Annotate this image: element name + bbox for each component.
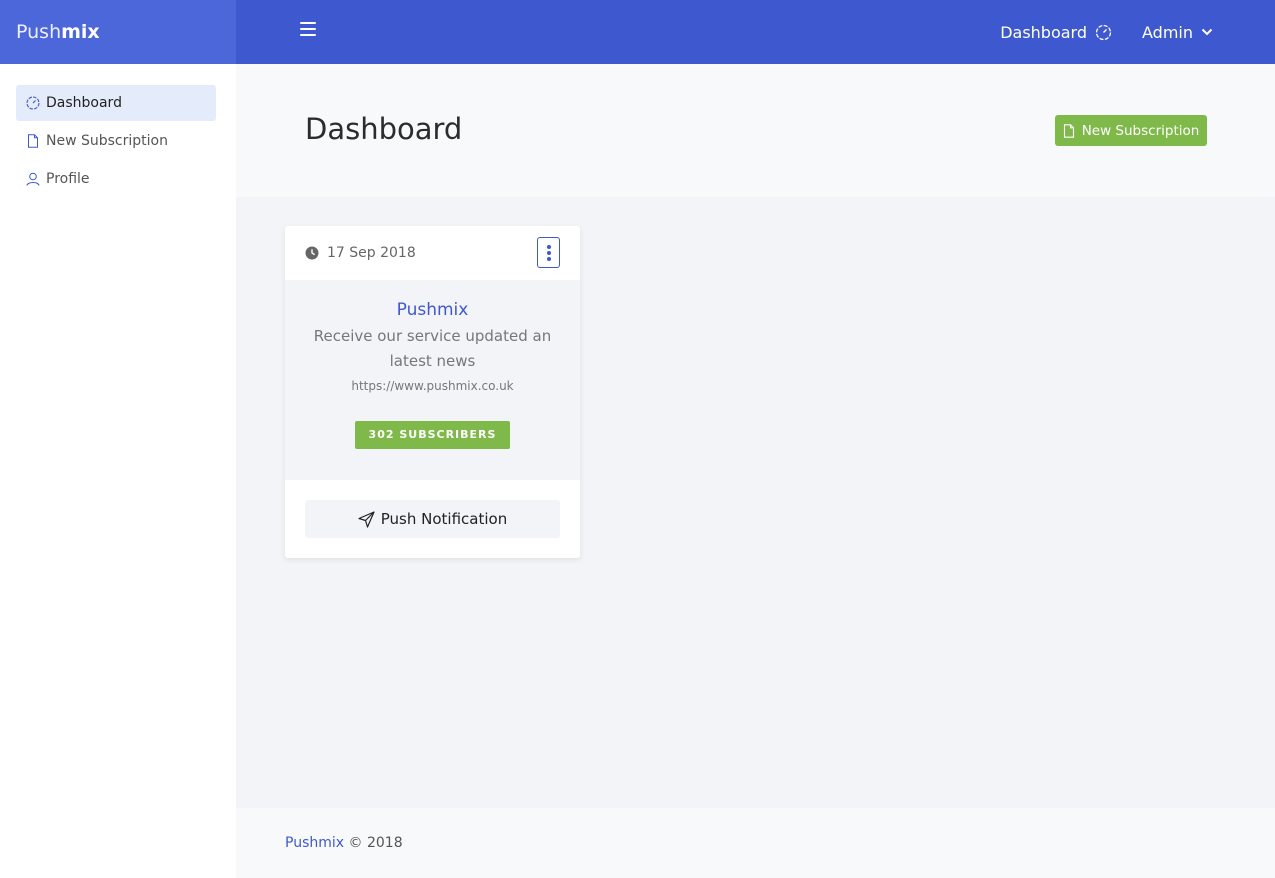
new-subscription-label: New Subscription [1081, 122, 1200, 139]
user-menu[interactable]: Admin [1142, 23, 1213, 42]
brand-part1: Push [16, 21, 62, 43]
clock-icon [305, 246, 319, 260]
card-body: Pushmix Receive our service updated an l… [285, 280, 580, 480]
footer: Pushmix © 2018 [236, 808, 1275, 878]
gauge-icon [26, 96, 40, 110]
sidebar-item-profile[interactable]: Profile [16, 161, 216, 197]
footer-copyright: © 2018 [348, 835, 403, 851]
menu-toggle-icon[interactable] [300, 22, 316, 36]
brand-part2: mix [61, 21, 100, 43]
chevron-down-icon [1201, 28, 1213, 36]
file-icon [1063, 123, 1074, 138]
sidebar-item-dashboard[interactable]: Dashboard [16, 85, 216, 121]
card-description: Receive our service updated an latest ne… [313, 327, 552, 370]
sidebar-item-label: New Subscription [46, 133, 168, 149]
push-notification-button[interactable]: Push Notification [305, 500, 560, 538]
sidebar-item-label: Dashboard [46, 95, 122, 111]
subscription-card: 17 Sep 2018 Pushmix Receive our service … [285, 226, 580, 558]
card-header: 17 Sep 2018 [285, 226, 580, 280]
push-notification-label: Push Notification [380, 510, 508, 528]
user-icon [26, 172, 40, 186]
new-subscription-button[interactable]: New Subscription [1055, 115, 1207, 146]
card-date-text: 17 Sep 2018 [327, 245, 416, 261]
card-url: https://www.pushmix.co.uk [351, 379, 514, 393]
page-title: Dashboard [305, 112, 463, 146]
header-dashboard-link[interactable]: Dashboard [1000, 23, 1112, 42]
page-header: Dashboard New Subscription [236, 64, 1275, 197]
card-date: 17 Sep 2018 [305, 245, 416, 261]
top-navbar: Push mix Dashboard Admin [0, 0, 1275, 64]
user-menu-label: Admin [1142, 22, 1193, 42]
header-dashboard-label: Dashboard [1000, 22, 1087, 42]
footer-brand-link[interactable]: Pushmix [285, 835, 344, 851]
card-options-button[interactable] [537, 237, 560, 268]
sidebar-item-label: Profile [46, 171, 90, 187]
sidebar-item-new-subscription[interactable]: New Subscription [16, 123, 216, 159]
gauge-icon [1095, 24, 1112, 40]
file-icon [26, 134, 40, 148]
send-icon [358, 510, 375, 528]
card-site-name[interactable]: Pushmix [285, 300, 580, 320]
sidebar: Dashboard New Subscription Profile [0, 64, 236, 878]
brand-logo[interactable]: Push mix [0, 0, 236, 64]
subscribers-badge: 302 SUBSCRIBERS [355, 421, 510, 449]
